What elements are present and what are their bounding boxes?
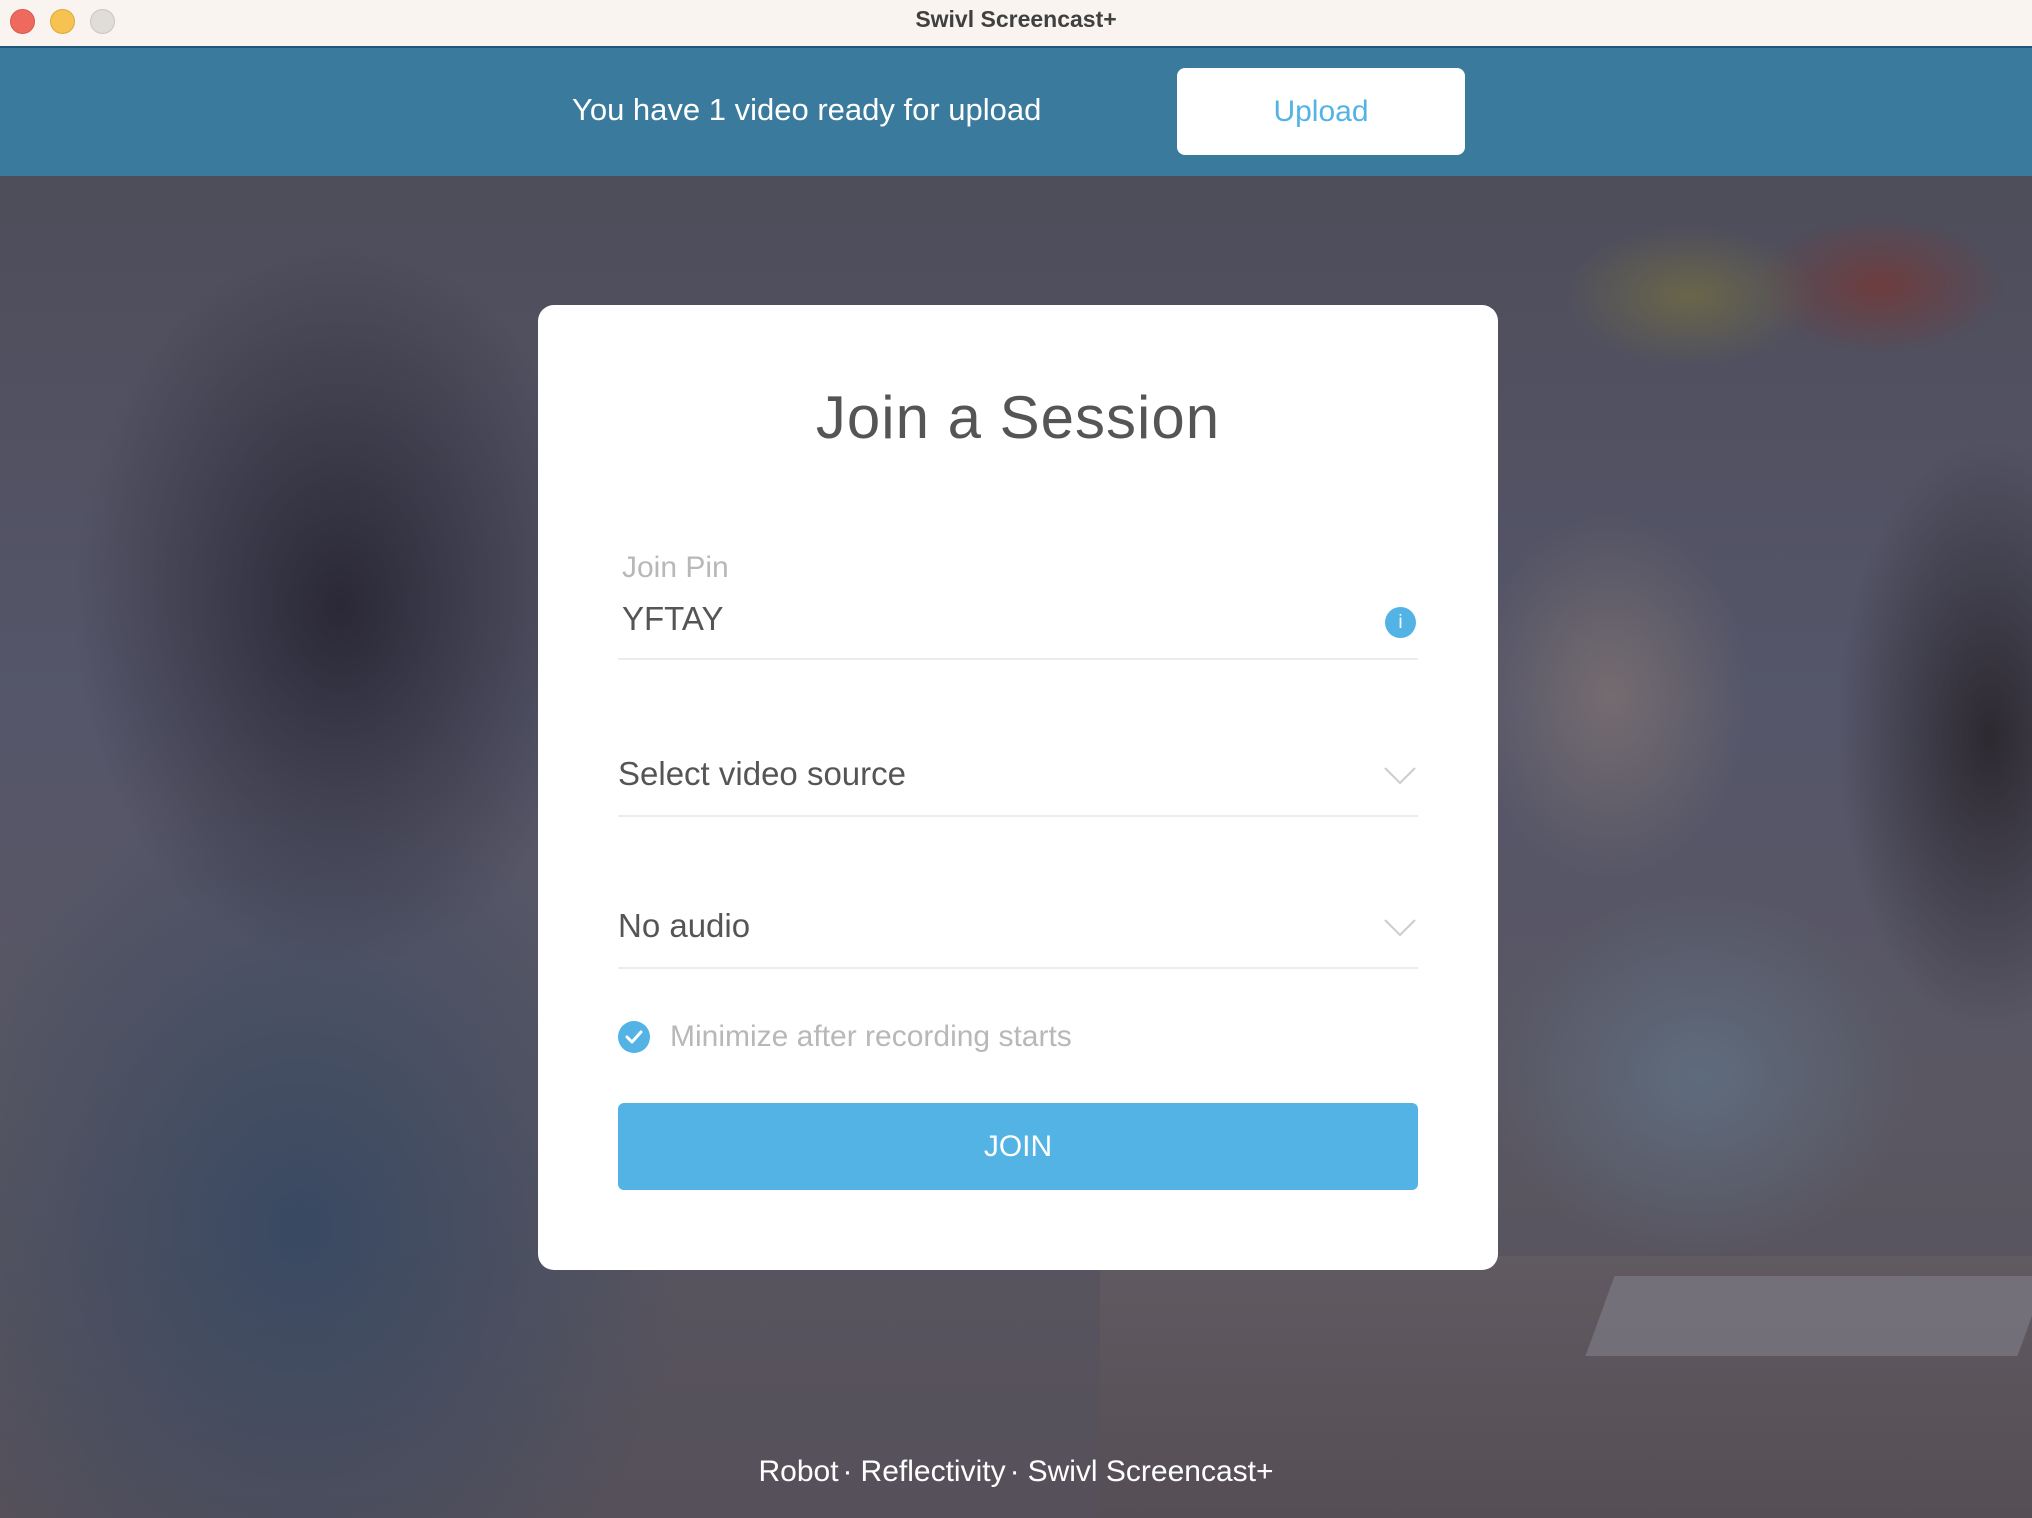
minimize-label: Minimize after recording starts bbox=[670, 1020, 1072, 1053]
footer-link-swivl-screencast[interactable]: Swivl Screencast+ bbox=[1028, 1455, 1274, 1488]
page-title: Join a Session bbox=[815, 384, 1221, 451]
join-pin-field: Join Pin i bbox=[618, 545, 1418, 660]
join-button[interactable]: JOIN bbox=[618, 1103, 1418, 1190]
upload-button[interactable]: Upload bbox=[1177, 68, 1465, 155]
footer-link-reflectivity[interactable]: Reflectivity bbox=[861, 1455, 1006, 1488]
background-paper bbox=[1585, 1276, 2032, 1356]
checkmark-icon bbox=[625, 1030, 643, 1044]
footer-links: Robot · Reflectivity · Swivl Screencast+ bbox=[0, 1455, 2032, 1489]
footer-separator: · bbox=[1009, 1455, 1020, 1488]
audio-source-select[interactable]: No audio bbox=[618, 897, 1418, 969]
minimize-checkbox[interactable] bbox=[618, 1021, 650, 1053]
video-source-value: Select video source bbox=[618, 755, 906, 792]
audio-source-value: No audio bbox=[618, 907, 751, 944]
chevron-down-icon bbox=[1384, 919, 1416, 937]
info-icon[interactable]: i bbox=[1385, 607, 1416, 638]
join-pin-label: Join Pin bbox=[622, 551, 729, 584]
video-source-select[interactable]: Select video source bbox=[618, 745, 1418, 817]
join-pin-input[interactable] bbox=[622, 597, 1322, 641]
join-session-card: Join a Session Join Pin i Select video s… bbox=[538, 305, 1498, 1270]
upload-message: You have 1 video ready for upload bbox=[572, 92, 1042, 127]
title-bar: Swivl Screencast+ bbox=[0, 0, 2032, 48]
footer-link-robot[interactable]: Robot bbox=[758, 1455, 838, 1488]
footer-separator: · bbox=[842, 1455, 853, 1488]
minimize-after-recording-option[interactable]: Minimize after recording starts bbox=[618, 1017, 1072, 1057]
upload-banner: You have 1 video ready for upload Upload bbox=[0, 48, 2032, 176]
chevron-down-icon bbox=[1384, 767, 1416, 785]
window-title: Swivl Screencast+ bbox=[915, 6, 1117, 32]
